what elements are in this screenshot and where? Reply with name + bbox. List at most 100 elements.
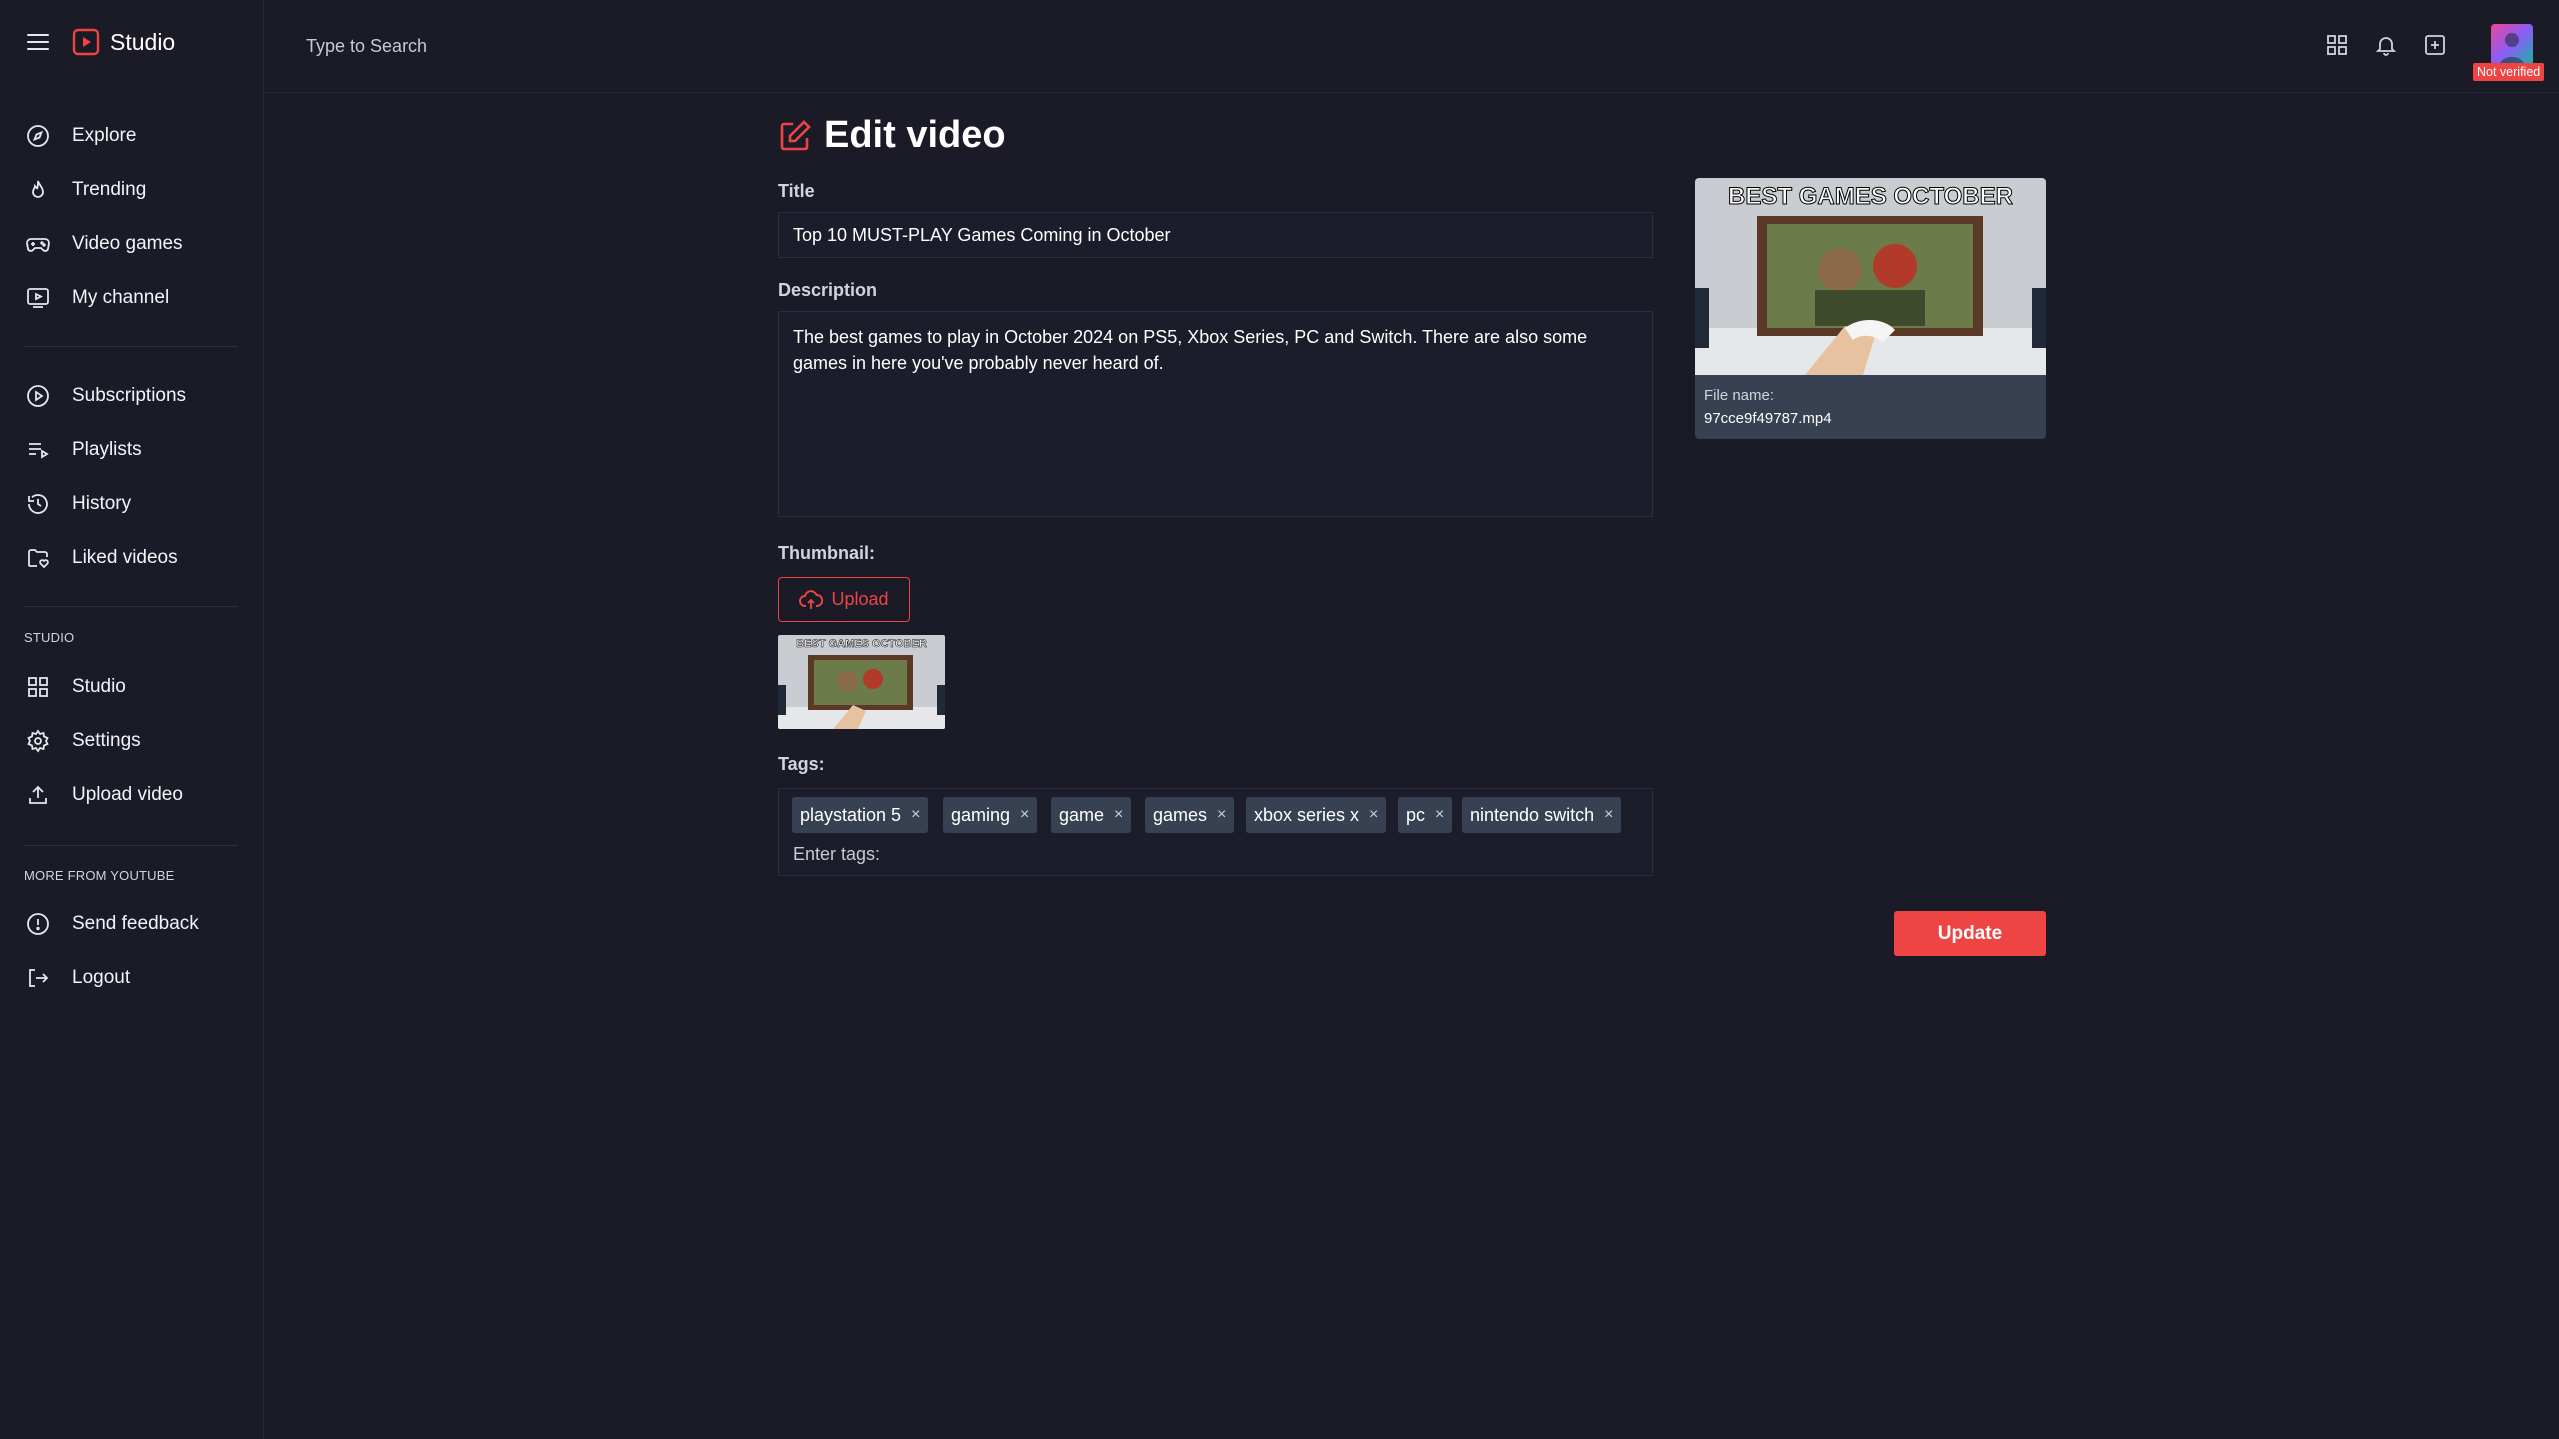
sidebar-item-label: History [72, 493, 132, 514]
channel-icon [24, 284, 52, 312]
edit-icon [778, 119, 812, 153]
add-video-icon[interactable] [2420, 30, 2450, 60]
sidebar-item-settings[interactable]: Settings [24, 721, 141, 761]
sidebar-item-history[interactable]: History [24, 484, 131, 524]
sidebar-item-video-games[interactable]: Video games [24, 224, 183, 264]
heart-folder-icon [24, 544, 52, 572]
sidebar-item-label: Playlists [72, 439, 142, 460]
tag-chip: playstation 5 × [792, 797, 929, 833]
page-title: Edit video [778, 114, 1006, 157]
tag-chip: gaming × [943, 797, 1038, 833]
description-textarea[interactable]: The best games to play in October 2024 o… [778, 311, 1653, 517]
hamburger-menu-icon[interactable] [24, 22, 52, 62]
avatar[interactable] [2491, 24, 2533, 66]
sidebar-item-label: My channel [72, 287, 170, 308]
apps-grid-icon[interactable] [2322, 30, 2352, 60]
gear-icon [24, 727, 52, 755]
tag-label: xbox series x [1254, 804, 1360, 825]
section-title-studio: STUDIO [24, 630, 75, 645]
tag-remove-icon[interactable]: × [1604, 806, 1613, 824]
sidebar-item-studio[interactable]: Studio [24, 667, 126, 707]
section-title-more: MORE FROM YOUTUBE [24, 868, 175, 883]
upload-button-label: Upload [831, 589, 889, 609]
sidebar-item-label: Video games [72, 233, 183, 254]
top-bar [264, 0, 2559, 93]
status-badge: Not verified [2473, 63, 2545, 81]
tag-chip: nintendo switch × [1462, 797, 1622, 833]
sidebar-item-label: Logout [72, 967, 131, 988]
sidebar-item-label: Settings [72, 730, 141, 751]
tag-label: games [1153, 804, 1208, 825]
tags-label: Tags: [778, 754, 825, 774]
video-title-overlay: BEST GAMES OCTOBER [1728, 183, 2013, 210]
tag-remove-icon[interactable]: × [1114, 806, 1123, 824]
sidebar-divider [24, 606, 238, 607]
tag-chip: games × [1145, 797, 1235, 833]
sidebar: Studio Explore Trending Video games My c… [0, 0, 264, 1439]
bell-icon[interactable] [2371, 30, 2401, 60]
tag-label: pc [1406, 804, 1426, 825]
tag-label: gaming [951, 804, 1011, 825]
upload-icon [24, 781, 52, 809]
page-title-text: Edit video [824, 114, 1006, 156]
sidebar-item-label: Liked videos [72, 547, 178, 568]
app-root: Studio Explore Trending Video games My c… [0, 0, 2559, 1439]
search-input[interactable] [306, 30, 806, 62]
description-label: Description [778, 280, 878, 300]
gamepad-icon [24, 230, 52, 258]
sidebar-item-logout[interactable]: Logout [24, 958, 130, 998]
sidebar-item-liked-videos[interactable]: Liked videos [24, 538, 178, 578]
tag-remove-icon[interactable]: × [1435, 806, 1444, 824]
video-preview-image[interactable]: BEST GAMES OCTOBER [1695, 178, 2046, 375]
grid-icon [24, 673, 52, 701]
playlist-icon [24, 436, 52, 464]
tag-chip: pc × [1398, 797, 1453, 833]
studio-logo-icon[interactable] [72, 28, 100, 56]
tag-remove-icon[interactable]: × [1369, 806, 1378, 824]
upload-thumbnail-button[interactable]: Upload [778, 577, 910, 622]
sidebar-item-label: Upload video [72, 784, 183, 805]
sidebar-item-label: Studio [72, 676, 126, 697]
sidebar-item-label: Send feedback [72, 913, 199, 934]
title-label: Title [778, 181, 815, 201]
sidebar-divider [24, 845, 238, 846]
thumbnail-preview: BEST GAMES OCTOBER [778, 635, 945, 729]
sidebar-item-upload-video[interactable]: Upload video [24, 775, 183, 815]
cloud-upload-icon [799, 589, 824, 609]
sidebar-item-label: Trending [72, 179, 147, 200]
tag-label: game [1059, 804, 1105, 825]
brand-name: Studio [110, 28, 176, 55]
thumbnail-label: Thumbnail: [778, 543, 875, 563]
sidebar-item-explore[interactable]: Explore [24, 116, 136, 156]
sidebar-item-trending[interactable]: Trending [24, 170, 146, 210]
tags-input[interactable] [793, 841, 1193, 867]
file-name-label: File name: [1704, 387, 1775, 404]
tag-remove-icon[interactable]: × [1020, 806, 1029, 824]
flame-icon [24, 176, 52, 204]
title-input[interactable] [778, 212, 1653, 258]
sidebar-item-playlists[interactable]: Playlists [24, 430, 142, 470]
tag-remove-icon[interactable]: × [1217, 806, 1226, 824]
compass-icon [24, 122, 52, 150]
alert-circle-icon [24, 910, 52, 938]
sidebar-item-my-channel[interactable]: My channel [24, 278, 169, 318]
sidebar-divider [24, 346, 238, 347]
thumbnail-text: BEST GAMES OCTOBER [796, 638, 927, 650]
sidebar-item-label: Explore [72, 125, 137, 146]
tag-chip: game × [1051, 797, 1132, 833]
update-button[interactable]: Update [1894, 911, 2046, 956]
sidebar-item-subscriptions[interactable]: Subscriptions [24, 376, 186, 416]
tag-remove-icon[interactable]: × [911, 806, 920, 824]
brand: Studio [24, 22, 175, 62]
video-preview-card: BEST GAMES OCTOBER File name: 97cce9f497… [1695, 178, 2046, 439]
tag-label: playstation 5 [800, 804, 902, 825]
tags-field[interactable]: playstation 5 × gaming × game × games × xbox… [778, 788, 1653, 876]
tag-label: nintendo switch [1470, 804, 1595, 825]
logout-icon [24, 964, 52, 992]
history-icon [24, 490, 52, 518]
sidebar-item-label: Subscriptions [72, 385, 187, 406]
sidebar-item-send-feedback[interactable]: Send feedback [24, 904, 199, 944]
play-circle-icon [24, 382, 52, 410]
tag-chip: xbox series x × [1246, 797, 1387, 833]
file-name-value: 97cce9f49787.mp4 [1704, 410, 1832, 427]
